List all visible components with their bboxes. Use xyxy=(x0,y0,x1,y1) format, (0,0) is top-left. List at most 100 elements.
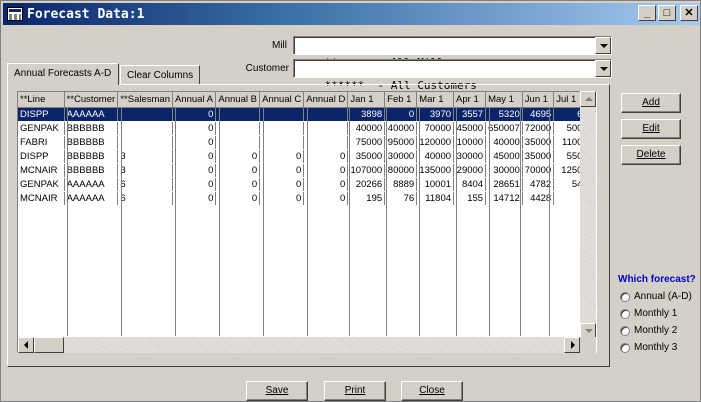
table-cell[interactable]: 28651 xyxy=(485,177,523,192)
print-button[interactable]: Print xyxy=(324,381,386,401)
table-cell[interactable]: 0 xyxy=(259,163,305,178)
table-cell[interactable] xyxy=(259,121,305,136)
radio-circle-icon[interactable] xyxy=(620,291,630,302)
table-cell[interactable]: 155 xyxy=(453,191,487,206)
table-cell[interactable]: 0 xyxy=(259,191,305,206)
table-cell[interactable]: 3 xyxy=(117,149,173,164)
table-cell[interactable]: 10001 xyxy=(416,177,455,192)
table-cell[interactable]: 40000 xyxy=(347,121,386,136)
radio-circle-icon[interactable] xyxy=(620,325,630,336)
table-cell[interactable]: 0 xyxy=(259,149,305,164)
horizontal-scroll-thumb[interactable] xyxy=(34,337,64,353)
column-header[interactable]: Annual C xyxy=(259,92,305,108)
table-cell[interactable]: 0 xyxy=(303,149,349,164)
table-cell[interactable]: DISPP xyxy=(18,107,65,122)
table-cell[interactable]: 76 xyxy=(384,191,418,206)
table-cell[interactable]: 0 xyxy=(215,191,261,206)
minimize-button[interactable]: _ xyxy=(638,5,656,21)
table-cell[interactable]: 0 xyxy=(384,107,418,122)
table-cell[interactable]: 0 xyxy=(172,121,217,136)
table-cell[interactable]: BBBBBB xyxy=(64,121,119,136)
table-cell[interactable] xyxy=(117,121,173,136)
column-header[interactable]: Apr 1 xyxy=(453,92,487,108)
tab-annual-forecasts[interactable]: Annual Forecasts A-D xyxy=(7,63,119,85)
table-cell[interactable]: 0 xyxy=(172,191,217,206)
column-header[interactable]: **Line xyxy=(18,92,65,108)
table-cell[interactable]: 30000 xyxy=(384,149,418,164)
table-cell[interactable]: MCNAIR xyxy=(18,163,65,178)
scroll-left-icon[interactable] xyxy=(18,337,34,353)
table-cell[interactable]: 6 xyxy=(117,191,173,206)
table-cell[interactable] xyxy=(117,107,173,122)
table-cell[interactable]: 20266 xyxy=(347,177,386,192)
table-cell[interactable]: 0 xyxy=(215,149,261,164)
table-cell[interactable]: 40000 xyxy=(384,121,418,136)
column-header[interactable]: Annual D xyxy=(303,92,349,108)
table-cell[interactable]: 3557 xyxy=(453,107,487,122)
table-cell[interactable]: 5320 xyxy=(485,107,523,122)
table-cell[interactable]: 8404 xyxy=(453,177,487,192)
table-cell[interactable]: 8889 xyxy=(384,177,418,192)
table-cell[interactable]: 29000 xyxy=(453,163,487,178)
table-cell[interactable]: MCNAIR xyxy=(18,191,65,206)
table-cell[interactable]: 0 xyxy=(215,177,261,192)
column-header[interactable]: Feb 1 xyxy=(384,92,418,108)
close-button[interactable]: Close xyxy=(401,381,463,401)
table-cell[interactable]: 35000 xyxy=(347,149,386,164)
table-cell[interactable]: 14712 xyxy=(485,191,523,206)
table-cell[interactable] xyxy=(303,121,349,136)
table-cell[interactable]: 6 xyxy=(117,177,173,192)
radio-circle-icon[interactable] xyxy=(620,308,630,319)
table-cell[interactable]: BBBBBB xyxy=(64,135,119,150)
table-cell[interactable]: 0 xyxy=(172,149,217,164)
table-cell[interactable] xyxy=(259,107,305,122)
table-cell[interactable]: BBBBBB xyxy=(64,149,119,164)
table-cell[interactable]: 0 xyxy=(303,177,349,192)
table-cell[interactable]: 40000 xyxy=(416,149,455,164)
table-cell[interactable]: 0 xyxy=(172,163,217,178)
table-cell[interactable]: 0 xyxy=(172,177,217,192)
customer-select[interactable]: ****** - All Customers xyxy=(293,59,612,92)
table-cell[interactable]: 3970 xyxy=(416,107,455,122)
column-header[interactable]: May 1 xyxy=(485,92,523,108)
table-cell[interactable]: GENPAK xyxy=(18,177,65,192)
table-cell[interactable]: 650007 xyxy=(485,121,523,136)
delete-button[interactable]: Delete xyxy=(621,145,681,165)
column-header[interactable]: Jun 1 xyxy=(522,92,555,108)
table-cell[interactable]: 3898 xyxy=(347,107,386,122)
table-cell[interactable]: BBBBBB xyxy=(64,163,119,178)
horizontal-scrollbar[interactable] xyxy=(18,337,580,353)
edit-button[interactable]: Edit xyxy=(621,119,681,139)
table-cell[interactable]: 70000 xyxy=(416,121,455,136)
table-cell[interactable] xyxy=(215,121,261,136)
radio-monthly-3[interactable]: Monthly 3 xyxy=(620,342,677,353)
column-header[interactable]: Jan 1 xyxy=(347,92,386,108)
table-cell[interactable]: 107000 xyxy=(347,163,386,178)
table-cell[interactable]: 75000 xyxy=(347,135,386,150)
column-header[interactable]: **Customer xyxy=(64,92,119,108)
table-cell[interactable]: 0 xyxy=(303,191,349,206)
table-cell[interactable]: 135000 xyxy=(416,163,455,178)
table-cell[interactable]: 0 xyxy=(303,163,349,178)
column-header[interactable]: **Salesman xyxy=(117,92,173,108)
table-cell[interactable] xyxy=(303,107,349,122)
tab-clear-columns[interactable]: Clear Columns xyxy=(120,65,200,85)
table-cell[interactable]: FABRI xyxy=(18,135,65,150)
table-cell[interactable]: 120000 xyxy=(416,135,455,150)
table-cell[interactable]: 30000 xyxy=(453,149,487,164)
table-cell[interactable]: 11804 xyxy=(416,191,455,206)
table-cell[interactable] xyxy=(117,135,173,150)
scroll-up-icon[interactable] xyxy=(580,91,596,107)
customer-dropdown-arrow-icon[interactable] xyxy=(595,60,611,77)
column-header[interactable]: Annual A xyxy=(172,92,217,108)
table-cell[interactable] xyxy=(259,135,305,150)
table-cell[interactable]: AAAAAA xyxy=(64,107,119,122)
table-cell[interactable]: AAAAAA xyxy=(64,191,119,206)
table-cell[interactable]: 45000 xyxy=(485,149,523,164)
forecast-grid[interactable]: **Line **Customer **Salesman Annual A Annual… xyxy=(17,91,597,353)
table-cell[interactable]: AAAAAA xyxy=(64,177,119,192)
table-cell[interactable]: DISPP xyxy=(18,149,65,164)
table-cell[interactable]: 80000 xyxy=(384,163,418,178)
radio-monthly-2[interactable]: Monthly 2 xyxy=(620,325,677,336)
add-button[interactable]: Add xyxy=(621,93,681,113)
